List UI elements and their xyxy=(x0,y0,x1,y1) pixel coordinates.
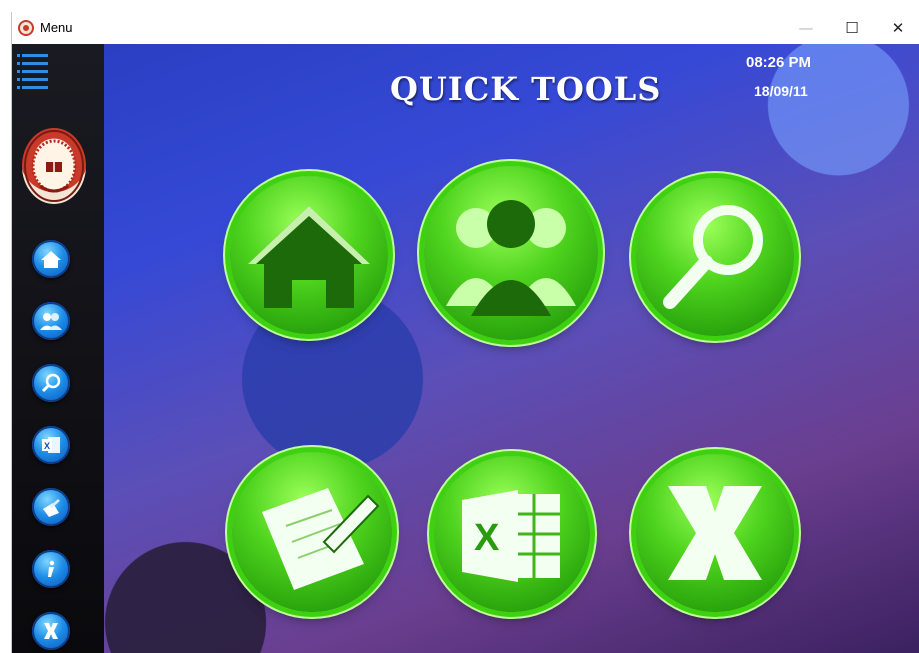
sidebar-users-button[interactable] xyxy=(32,302,70,340)
home-icon xyxy=(248,206,370,308)
clock-time: 08:26 PM xyxy=(746,54,812,71)
app-window: Menu — ☐ ✕ X QUICK TOOLS 08:26 PM 18/09/… xyxy=(11,12,919,653)
sidebar-home-button[interactable] xyxy=(32,240,70,278)
close-button[interactable]: ✕ xyxy=(875,12,919,44)
notes-edit-icon xyxy=(262,488,380,590)
sidebar-edit-button[interactable] xyxy=(32,488,70,526)
sidebar-info-button[interactable] xyxy=(32,550,70,588)
svg-text:X: X xyxy=(44,441,50,451)
info-icon xyxy=(48,560,55,577)
app-client-area: X QUICK TOOLS 08:26 PM 18/09/11 X xyxy=(12,44,919,653)
app-logo-icon xyxy=(18,20,34,36)
home-icon xyxy=(41,251,61,268)
sidebar-excel-button[interactable]: X xyxy=(32,426,70,464)
search-button[interactable] xyxy=(636,178,794,336)
svg-text:X: X xyxy=(474,517,500,559)
window-title: Menu xyxy=(40,20,73,35)
search-icon xyxy=(41,373,61,393)
main-panel: QUICK TOOLS 08:26 PM 18/09/11 X xyxy=(104,44,919,653)
sidebar-exit-button[interactable] xyxy=(32,612,70,650)
title-bar: Menu — ☐ ✕ xyxy=(12,12,919,44)
page-title: QUICK TOOLS xyxy=(390,70,662,108)
sidebar: X xyxy=(12,44,104,653)
users-icon xyxy=(40,313,62,330)
search-icon xyxy=(663,205,763,309)
menu-icon[interactable] xyxy=(17,54,48,92)
edit-icon xyxy=(43,499,60,517)
exit-icon xyxy=(44,623,58,639)
excel-icon: X xyxy=(42,437,60,453)
maximize-button[interactable]: ☐ xyxy=(829,12,875,44)
exit-button[interactable] xyxy=(636,454,794,612)
notes-button[interactable] xyxy=(232,452,392,612)
users-button[interactable] xyxy=(424,166,598,340)
excel-button[interactable]: X xyxy=(434,456,590,612)
home-button[interactable] xyxy=(230,176,388,334)
institution-logo xyxy=(22,128,86,204)
clock-date: 18/09/11 xyxy=(754,83,808,99)
exit-icon xyxy=(668,486,762,580)
minimize-button[interactable]: — xyxy=(783,12,829,44)
sidebar-search-button[interactable] xyxy=(32,364,70,402)
excel-icon: X xyxy=(462,490,560,582)
users-icon xyxy=(446,200,576,316)
